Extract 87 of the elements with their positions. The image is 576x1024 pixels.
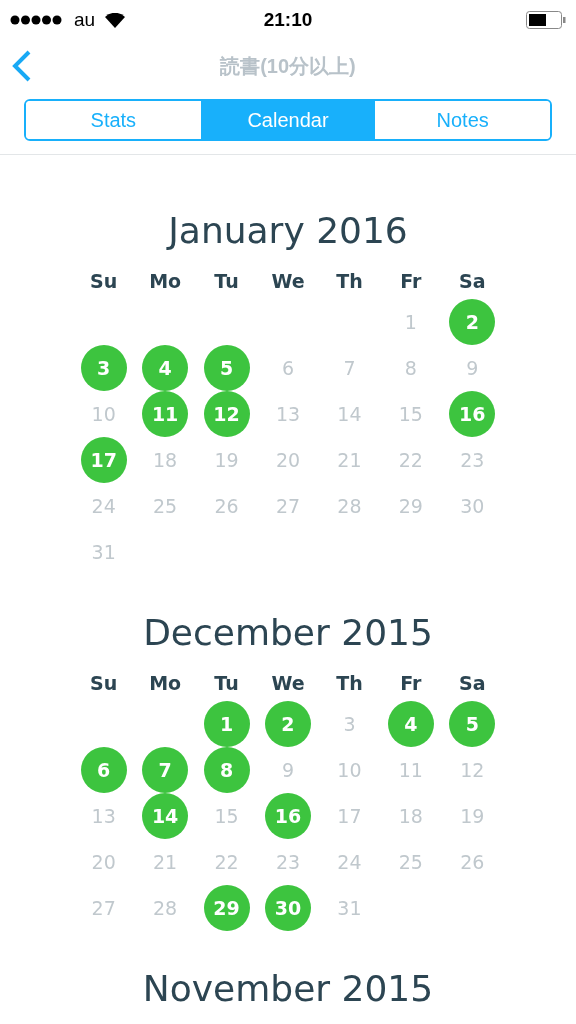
calendar-day[interactable]: 3 bbox=[80, 345, 127, 391]
weekday-label: Tu bbox=[214, 268, 239, 294]
calendar-day[interactable]: 11 bbox=[142, 391, 189, 437]
wifi-icon bbox=[105, 12, 126, 28]
weekday-label: Sa bbox=[459, 670, 486, 696]
calendar-day[interactable]: 31 bbox=[326, 885, 373, 931]
calendar-day[interactable]: 15 bbox=[203, 793, 250, 839]
nav-title: 読書(10分以上) bbox=[220, 54, 356, 79]
calendar-day[interactable]: 16 bbox=[449, 391, 496, 437]
calendar-day[interactable]: 21 bbox=[326, 437, 373, 483]
battery-icon bbox=[526, 11, 566, 29]
calendar-day[interactable]: 22 bbox=[203, 839, 250, 885]
weekday-label: Mo bbox=[149, 670, 182, 696]
calendar-day[interactable]: 19 bbox=[203, 437, 250, 483]
calendar-day[interactable]: 1 bbox=[387, 299, 434, 345]
calendar-day[interactable]: 30 bbox=[265, 885, 311, 931]
calendar-day[interactable]: 1 bbox=[203, 701, 250, 747]
month-title: December 2015 bbox=[143, 611, 433, 655]
calendar-day[interactable]: 7 bbox=[142, 747, 189, 793]
calendar-day[interactable]: 23 bbox=[449, 437, 496, 483]
calendar-day[interactable]: 24 bbox=[326, 839, 373, 885]
calendar-day[interactable]: 20 bbox=[265, 437, 311, 483]
calendar-day[interactable]: 25 bbox=[387, 839, 434, 885]
weekday-label: Sa bbox=[459, 268, 486, 294]
calendar-day[interactable]: 21 bbox=[142, 839, 189, 885]
weekday-label: Su bbox=[90, 670, 118, 696]
calendar-day[interactable]: 5 bbox=[449, 701, 496, 747]
status-time: 21:10 bbox=[263, 7, 313, 32]
calendar-day[interactable]: 13 bbox=[80, 793, 127, 839]
calendar-day[interactable]: 14 bbox=[142, 793, 189, 839]
calendar-day[interactable]: 16 bbox=[265, 793, 311, 839]
calendar-day[interactable]: 18 bbox=[387, 793, 434, 839]
weekday-label: We bbox=[271, 268, 305, 294]
chevron-left-icon bbox=[12, 50, 32, 82]
segment-tab[interactable]: Calendar bbox=[200, 101, 376, 139]
calendar-day[interactable]: 11 bbox=[387, 747, 434, 793]
weekday-label: Mo bbox=[149, 268, 182, 294]
calendar-day[interactable]: 3 bbox=[326, 701, 373, 747]
calendar-day[interactable]: 24 bbox=[80, 483, 127, 529]
calendar-day[interactable]: 17 bbox=[326, 793, 373, 839]
calendar-day[interactable]: 26 bbox=[203, 483, 250, 529]
month-title: November 2015 bbox=[142, 967, 434, 1011]
calendar-day[interactable]: 29 bbox=[203, 885, 250, 931]
weekday-label: Th bbox=[336, 670, 363, 696]
calendar-day[interactable]: 10 bbox=[326, 747, 373, 793]
calendar-day[interactable]: 26 bbox=[449, 839, 496, 885]
calendar-day[interactable]: 12 bbox=[449, 747, 496, 793]
calendar-day[interactable]: 13 bbox=[265, 391, 311, 437]
weekday-label: Su bbox=[90, 268, 118, 294]
weekday-label: Th bbox=[336, 268, 363, 294]
calendar-day[interactable]: 31 bbox=[80, 529, 127, 575]
signal-icon bbox=[10, 15, 62, 25]
calendar-day[interactable]: 5 bbox=[203, 345, 250, 391]
calendar-day[interactable]: 28 bbox=[326, 483, 373, 529]
calendar-day[interactable]: 25 bbox=[142, 483, 189, 529]
calendar-day[interactable]: 9 bbox=[265, 747, 311, 793]
carrier-name: au bbox=[74, 7, 96, 32]
calendar-day[interactable]: 27 bbox=[265, 483, 311, 529]
calendar-day[interactable]: 2 bbox=[265, 701, 311, 747]
calendar-day[interactable]: 6 bbox=[80, 747, 127, 793]
calendar-day[interactable]: 8 bbox=[203, 747, 250, 793]
calendar-day[interactable]: 22 bbox=[387, 437, 434, 483]
calendar-day[interactable]: 30 bbox=[449, 483, 496, 529]
calendar-day[interactable]: 4 bbox=[387, 701, 434, 747]
calendar-day[interactable]: 10 bbox=[80, 391, 127, 437]
calendar-day[interactable]: 4 bbox=[142, 345, 189, 391]
calendar-day[interactable]: 7 bbox=[326, 345, 373, 391]
calendar-day[interactable]: 23 bbox=[265, 839, 311, 885]
calendar-day[interactable]: 14 bbox=[326, 391, 373, 437]
calendar-day[interactable]: 9 bbox=[449, 345, 496, 391]
calendar-day[interactable]: 29 bbox=[387, 483, 434, 529]
calendar-day[interactable]: 12 bbox=[203, 391, 250, 437]
calendar-day[interactable]: 27 bbox=[80, 885, 127, 931]
calendar-day[interactable]: 19 bbox=[449, 793, 496, 839]
weekday-label: Fr bbox=[400, 670, 422, 696]
month-title: January 2016 bbox=[168, 209, 408, 253]
weekday-label: We bbox=[271, 670, 305, 696]
weekday-label: Fr bbox=[400, 268, 422, 294]
calendar-day[interactable]: 17 bbox=[80, 437, 127, 483]
weekday-label: Tu bbox=[214, 670, 239, 696]
calendar-day[interactable]: 8 bbox=[387, 345, 434, 391]
calendar-day[interactable]: 20 bbox=[80, 839, 127, 885]
calendar-day[interactable]: 2 bbox=[449, 299, 496, 345]
calendar-day[interactable]: 15 bbox=[387, 391, 434, 437]
calendar-day[interactable]: 18 bbox=[142, 437, 189, 483]
calendar-day[interactable]: 28 bbox=[142, 885, 189, 931]
calendar-day[interactable]: 6 bbox=[265, 345, 311, 391]
